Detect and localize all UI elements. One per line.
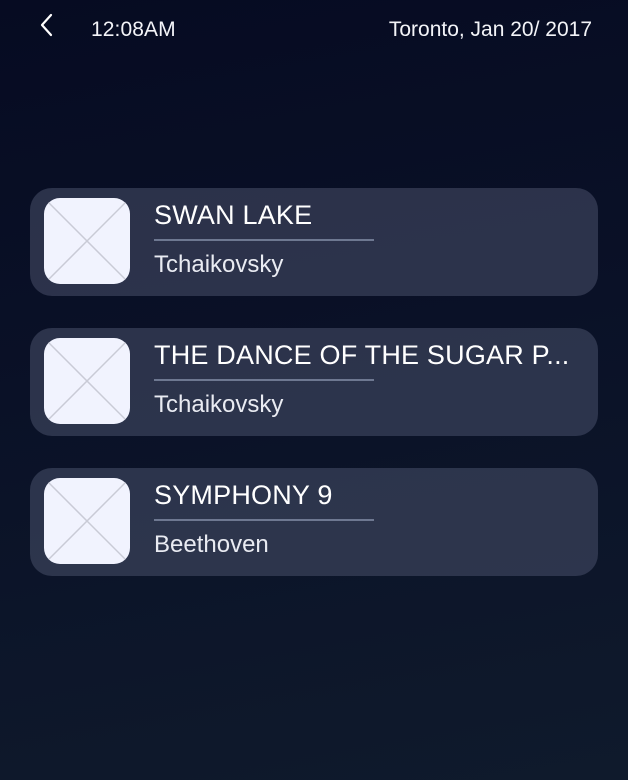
track-title: SYMPHONY 9 xyxy=(154,480,333,510)
status-bar: 12:08AM Toronto, Jan 20/ 2017 xyxy=(0,0,628,60)
track-artist: Tchaikovsky xyxy=(154,251,284,278)
back-button[interactable] xyxy=(34,10,60,40)
chevron-left-icon xyxy=(40,13,53,37)
track-artist: Tchaikovsky xyxy=(154,391,284,418)
track-card[interactable]: THE DANCE OF THE SUGAR P... Tchaikovsky xyxy=(30,328,598,436)
track-title: THE DANCE OF THE SUGAR P... xyxy=(154,340,570,370)
image-placeholder-icon xyxy=(44,478,130,564)
clock-time: 12:08AM xyxy=(91,18,176,41)
title-divider xyxy=(154,519,374,521)
image-placeholder-icon xyxy=(44,338,130,424)
track-artist: Beethoven xyxy=(154,531,269,558)
track-list: SWAN LAKE Tchaikovsky THE DANCE OF THE S… xyxy=(30,188,598,608)
image-placeholder-icon xyxy=(44,198,130,284)
track-card[interactable]: SWAN LAKE Tchaikovsky xyxy=(30,188,598,296)
track-card[interactable]: SYMPHONY 9 Beethoven xyxy=(30,468,598,576)
title-divider xyxy=(154,379,374,381)
track-title: SWAN LAKE xyxy=(154,200,313,230)
title-divider xyxy=(154,239,374,241)
location-date: Toronto, Jan 20/ 2017 xyxy=(388,18,592,41)
